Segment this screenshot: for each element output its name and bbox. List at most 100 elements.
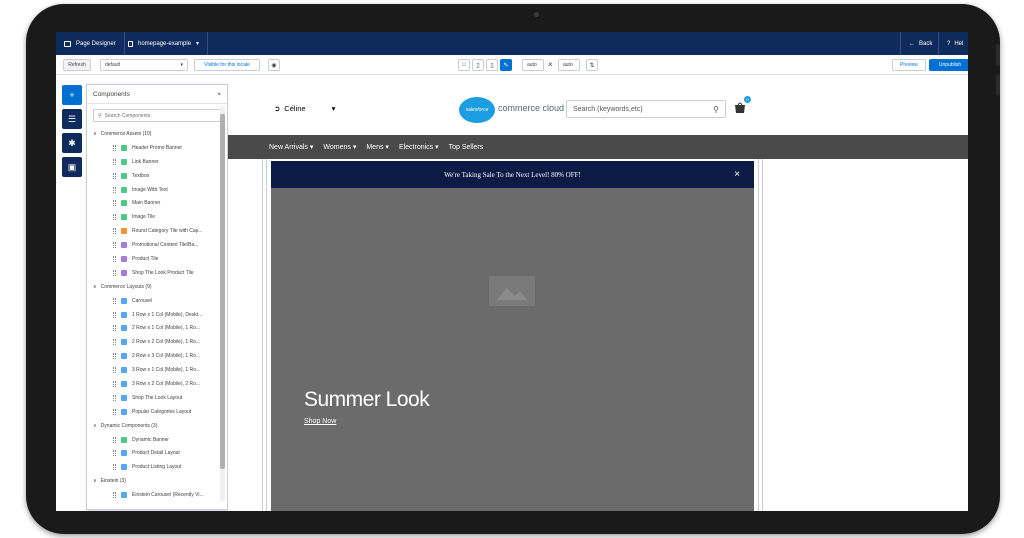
save-icon[interactable]: ▣ (62, 157, 82, 177)
component-item[interactable]: 3 Row x 1 Col (Mobile), 1 Ro... (87, 363, 219, 377)
drag-handle-icon[interactable] (113, 367, 116, 374)
drag-handle-icon[interactable] (113, 269, 116, 276)
tablet-view-icon[interactable]: ▯ (472, 59, 484, 71)
back-button[interactable]: ← Back (900, 32, 940, 55)
drag-handle-icon[interactable] (113, 353, 116, 360)
side-button (996, 74, 1000, 96)
component-item[interactable]: Dynamic Banner (87, 433, 219, 447)
panel-scrollbar[interactable] (220, 106, 225, 501)
unpublish-label: Unpublish (938, 62, 962, 68)
component-item[interactable]: Shop The Look Layout (87, 391, 219, 405)
close-icon[interactable]: × (734, 169, 740, 180)
refresh-button[interactable]: Refresh (63, 59, 91, 71)
component-item[interactable]: Product Listing Layout (87, 460, 219, 474)
drag-handle-icon[interactable] (113, 311, 116, 318)
drag-handle-icon[interactable] (113, 242, 116, 249)
drag-handle-icon[interactable] (113, 339, 116, 346)
main-banner[interactable]: Summer Look Shop Now (271, 188, 754, 511)
component-item[interactable]: Textbox (87, 169, 219, 183)
drag-handle-icon[interactable] (113, 144, 116, 151)
drag-handle-icon[interactable] (113, 228, 116, 235)
drag-handle-icon[interactable] (113, 200, 116, 207)
cart-button[interactable]: 0 (733, 96, 751, 114)
component-item[interactable]: Round Category Tile with Cap... (87, 224, 219, 238)
drag-handle-icon[interactable] (113, 297, 116, 304)
locale-selector[interactable]: ➲ Céline ▾ (274, 104, 335, 113)
drag-handle-icon[interactable] (113, 214, 116, 221)
component-group[interactable]: ∨ Commerce Layouts (9) (87, 280, 227, 294)
drag-handle-icon[interactable] (113, 380, 116, 387)
component-group[interactable]: ∨ Einstein (3) (87, 474, 227, 488)
page-canvas: ➲ Céline ▾ salesforce commerce cloud Sea… (228, 84, 968, 511)
back-label: Back (919, 40, 933, 47)
add-icon[interactable]: + (62, 85, 82, 105)
component-group[interactable]: ∨ Dynamic Components (3) (87, 419, 227, 433)
component-search-input[interactable]: ⚲ Search Components (93, 109, 221, 122)
preview-button[interactable]: Preview (892, 59, 926, 71)
pencil-icon[interactable]: ✎ (500, 59, 512, 71)
tab-page-name[interactable]: homepage-example ▾ (120, 32, 209, 55)
drag-handle-icon[interactable] (113, 158, 116, 165)
close-icon[interactable]: × (217, 91, 221, 98)
component-item[interactable]: Image Tile (87, 210, 219, 224)
drag-handle-icon[interactable] (113, 255, 116, 262)
tab-page-designer[interactable]: Page Designer (56, 32, 125, 55)
header-promo-banner[interactable]: We're Taking Sale To the Next Level! 80%… (271, 161, 754, 188)
drag-handle-icon[interactable] (113, 436, 116, 443)
component-type-icon (121, 436, 127, 443)
drag-handle-icon[interactable] (113, 450, 116, 457)
component-item[interactable]: 1 Row x 1 Col (Mobile), Deskt... (87, 308, 219, 322)
component-item[interactable]: Product Tile (87, 252, 219, 266)
store-search-input[interactable]: Search (keywords,etc) ⚲ (566, 100, 726, 118)
nav-item[interactable]: Womens ▾ (323, 143, 356, 151)
component-item-label: Header Promo Banner (132, 144, 183, 151)
component-item[interactable]: Popular Categories Layout (87, 405, 219, 419)
component-item[interactable]: Image With Text (87, 183, 219, 197)
salesforce-logo[interactable]: salesforce (459, 97, 495, 123)
component-group[interactable]: ∨ Commerce Assets (10) (87, 127, 227, 141)
screen: Page Designer homepage-example ▾ ← Back … (56, 32, 968, 511)
drag-handle-icon[interactable] (113, 394, 116, 401)
component-item[interactable]: Header Promo Banner (87, 141, 219, 155)
locale-select[interactable]: default ▾ (100, 59, 188, 71)
component-item[interactable]: Shop The Look Product Tile (87, 266, 219, 280)
left-dock: + ☰ ✱ ▣ (62, 85, 82, 181)
component-item[interactable]: 3 Row x 2 Col (Mobile), 2 Ro... (87, 377, 219, 391)
visible-locale-button[interactable]: Visible for this locale (194, 59, 260, 71)
drag-handle-icon[interactable] (113, 172, 116, 179)
nav-item[interactable]: New Arrivals ▾ (269, 143, 313, 151)
component-item[interactable]: Main Banner (87, 196, 219, 210)
drag-handle-icon[interactable] (113, 325, 116, 332)
mobile-view-icon[interactable]: ▯ (486, 59, 498, 71)
component-item[interactable]: Promotional Content Tile/Ba... (87, 238, 219, 252)
component-item[interactable]: 2 Row x 2 Col (Mobile), 1 Ro... (87, 335, 219, 349)
component-item[interactable]: Einstein Carousel (Recently Vi... (87, 488, 219, 502)
component-item[interactable]: Carousel (87, 294, 219, 308)
scroll-thumb[interactable] (220, 114, 225, 469)
component-item[interactable]: 2 Row x 3 Col (Mobile), 1 Ro... (87, 349, 219, 363)
help-button[interactable]: ? Hel (938, 32, 968, 55)
nav-item[interactable]: Top Sellers (449, 144, 484, 151)
desktop-view-icon[interactable]: □ (458, 59, 470, 71)
drag-handle-icon[interactable] (113, 464, 116, 471)
list-icon[interactable]: ☰ (62, 109, 82, 129)
component-item[interactable]: Product Detail Layout (87, 446, 219, 460)
swap-icon[interactable]: ⇅ (586, 59, 598, 71)
chevron-down-icon: ∨ (93, 478, 97, 485)
arrow-left-icon: ← (909, 40, 915, 47)
nav-item[interactable]: Electronics ▾ (399, 143, 439, 151)
chevron-down-icon: ∨ (93, 422, 97, 429)
eye-icon[interactable]: ◉ (268, 59, 280, 71)
nav-item[interactable]: Mens ▾ (366, 143, 389, 151)
height-input[interactable]: auto (558, 59, 580, 71)
shop-now-link[interactable]: Shop Now (304, 418, 336, 425)
settings-icon[interactable]: ✱ (62, 133, 82, 153)
width-input[interactable]: auto (522, 59, 544, 71)
drag-handle-icon[interactable] (113, 408, 116, 415)
component-item[interactable]: Link Banner (87, 155, 219, 169)
drag-handle-icon[interactable] (113, 186, 116, 193)
component-item[interactable]: 2 Row x 1 Col (Mobile), 1 Ro... (87, 321, 219, 335)
chevron-down-icon: ∨ (93, 283, 97, 290)
unpublish-button[interactable]: Unpublish (929, 59, 968, 71)
drag-handle-icon[interactable] (113, 492, 116, 499)
